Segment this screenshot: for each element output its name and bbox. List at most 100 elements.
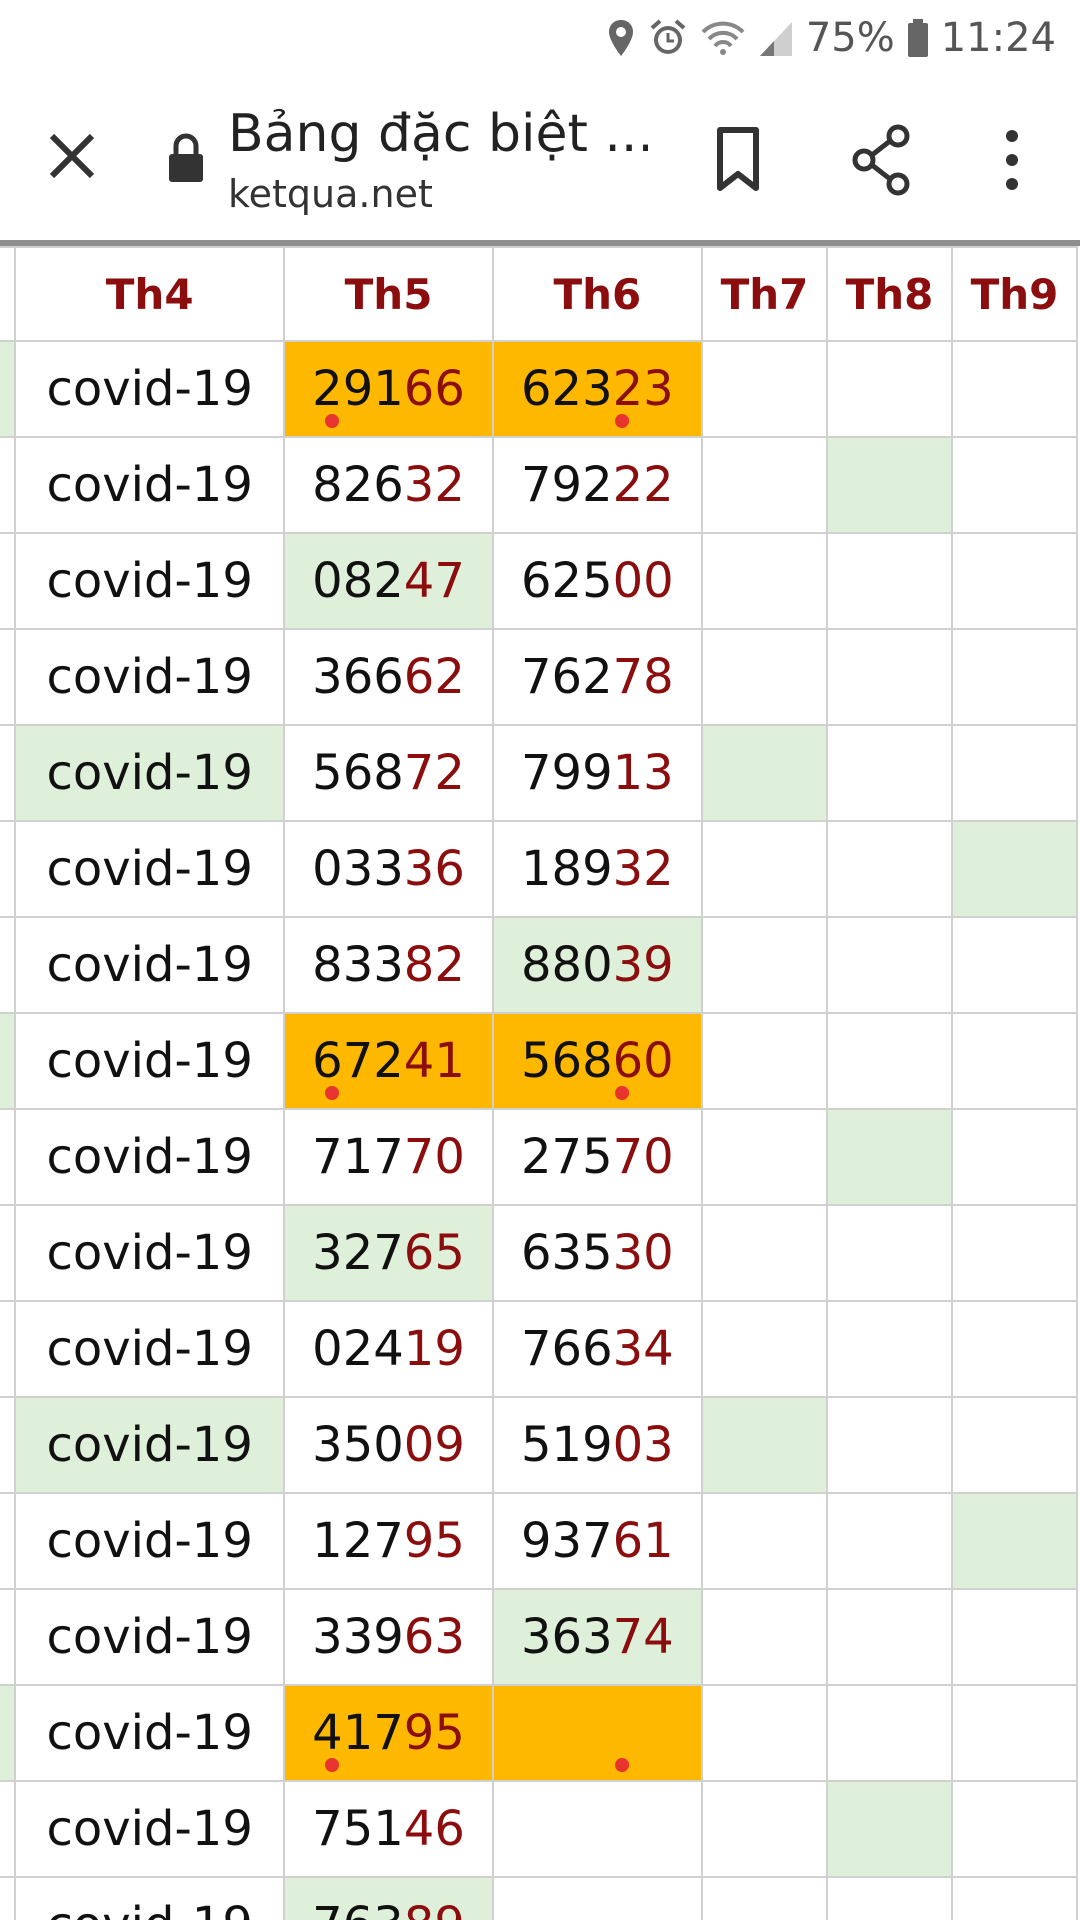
result-cell[interactable] xyxy=(825,916,953,1014)
row-label-cell[interactable]: covid-19 xyxy=(13,1684,286,1782)
result-cell[interactable]: 27570 xyxy=(491,1108,703,1206)
result-cell[interactable]: 63530 xyxy=(491,1204,703,1302)
result-cell[interactable] xyxy=(700,628,828,726)
table-viewport[interactable]: Th4 Th5 Th6 Th7 Th8 Th9 covid-19 29166 62323 cov… xyxy=(0,246,1080,1920)
result-cell[interactable]: 62323 xyxy=(491,340,703,438)
result-cell[interactable] xyxy=(825,1684,953,1782)
result-cell[interactable] xyxy=(825,820,953,918)
result-cell[interactable] xyxy=(700,1396,828,1494)
result-cell[interactable]: 76278 xyxy=(491,628,703,726)
result-cell[interactable] xyxy=(825,532,953,630)
result-cell[interactable]: 12795 xyxy=(283,1492,494,1590)
result-cell[interactable] xyxy=(825,724,953,822)
result-cell[interactable] xyxy=(950,1108,1079,1206)
result-cell[interactable]: 08247 xyxy=(283,532,494,630)
row-label-cell[interactable]: covid-19 xyxy=(13,532,286,630)
row-label-cell[interactable]: covid-19 xyxy=(13,820,286,918)
result-cell[interactable]: 33963 xyxy=(283,1588,494,1686)
row-label-cell[interactable]: covid-19 xyxy=(13,340,286,438)
result-cell[interactable] xyxy=(825,1300,953,1398)
row-label-cell[interactable]: covid-19 xyxy=(13,1492,286,1590)
result-cell[interactable]: 02419 xyxy=(283,1300,494,1398)
result-cell[interactable] xyxy=(491,1780,703,1878)
result-cell[interactable] xyxy=(700,340,828,438)
result-cell[interactable]: 62500 xyxy=(491,532,703,630)
result-cell[interactable] xyxy=(700,820,828,918)
result-cell[interactable] xyxy=(950,1492,1079,1590)
column-header[interactable]: Th6 xyxy=(491,246,703,342)
row-label-cell[interactable]: covid-19 xyxy=(13,436,286,534)
result-cell[interactable] xyxy=(700,1492,828,1590)
result-cell[interactable]: 56860 xyxy=(491,1012,703,1110)
result-cell[interactable] xyxy=(950,1588,1079,1686)
result-cell[interactable] xyxy=(825,1012,953,1110)
row-label-cell[interactable]: covid-19 xyxy=(13,724,286,822)
row-label-cell[interactable]: covid-19 xyxy=(13,1012,286,1110)
close-button[interactable] xyxy=(40,124,104,188)
more-options-button[interactable] xyxy=(990,124,1034,196)
row-label-cell[interactable]: covid-19 xyxy=(13,1300,286,1398)
column-header[interactable]: Th9 xyxy=(950,246,1079,342)
row-label-cell[interactable]: covid-19 xyxy=(13,1108,286,1206)
result-cell[interactable] xyxy=(700,1588,828,1686)
result-cell[interactable]: 18932 xyxy=(491,820,703,918)
result-cell[interactable]: 71770 xyxy=(283,1108,494,1206)
result-cell[interactable] xyxy=(950,436,1079,534)
result-cell[interactable] xyxy=(825,1588,953,1686)
row-label-cell[interactable]: covid-19 xyxy=(13,1876,286,1920)
result-cell[interactable] xyxy=(825,340,953,438)
result-cell[interactable]: 79913 xyxy=(491,724,703,822)
result-cell[interactable] xyxy=(950,1204,1079,1302)
result-cell[interactable] xyxy=(700,724,828,822)
result-cell[interactable] xyxy=(950,532,1079,630)
result-cell[interactable]: 75146 xyxy=(283,1780,494,1878)
result-cell[interactable]: 76389 xyxy=(283,1876,494,1920)
result-cell[interactable] xyxy=(491,1876,703,1920)
row-label-cell[interactable]: covid-19 xyxy=(13,1780,286,1878)
result-cell[interactable] xyxy=(825,1876,953,1920)
result-cell[interactable]: 82632 xyxy=(283,436,494,534)
result-cell[interactable]: 36374 xyxy=(491,1588,703,1686)
result-cell[interactable] xyxy=(950,1396,1079,1494)
result-cell[interactable] xyxy=(825,628,953,726)
column-header[interactable]: Th5 xyxy=(283,246,494,342)
result-cell[interactable] xyxy=(950,1300,1079,1398)
row-label-cell[interactable]: covid-19 xyxy=(13,1396,286,1494)
result-cell[interactable] xyxy=(825,1492,953,1590)
result-cell[interactable]: 76634 xyxy=(491,1300,703,1398)
result-cell[interactable] xyxy=(491,1684,703,1782)
bookmark-button[interactable] xyxy=(706,124,770,196)
result-cell[interactable] xyxy=(950,820,1079,918)
result-cell[interactable] xyxy=(700,1876,828,1920)
result-cell[interactable]: 93761 xyxy=(491,1492,703,1590)
result-cell[interactable] xyxy=(825,436,953,534)
result-cell[interactable] xyxy=(950,1684,1079,1782)
result-cell[interactable]: 51903 xyxy=(491,1396,703,1494)
result-cell[interactable]: 67241 xyxy=(283,1012,494,1110)
result-cell[interactable]: 35009 xyxy=(283,1396,494,1494)
result-cell[interactable]: 56872 xyxy=(283,724,494,822)
row-label-cell[interactable]: covid-19 xyxy=(13,1588,286,1686)
row-label-cell[interactable]: covid-19 xyxy=(13,916,286,1014)
result-cell[interactable] xyxy=(700,1108,828,1206)
result-cell[interactable] xyxy=(950,1012,1079,1110)
share-button[interactable] xyxy=(850,124,914,196)
result-cell[interactable] xyxy=(825,1396,953,1494)
result-cell[interactable]: 03336 xyxy=(283,820,494,918)
result-cell[interactable] xyxy=(950,916,1079,1014)
result-cell[interactable]: 32765 xyxy=(283,1204,494,1302)
result-cell[interactable] xyxy=(700,1204,828,1302)
result-cell[interactable]: 79222 xyxy=(491,436,703,534)
column-header[interactable]: Th7 xyxy=(700,246,828,342)
result-cell[interactable] xyxy=(825,1780,953,1878)
result-cell[interactable] xyxy=(950,628,1079,726)
result-cell[interactable] xyxy=(700,1684,828,1782)
result-cell[interactable] xyxy=(950,724,1079,822)
result-cell[interactable]: 83382 xyxy=(283,916,494,1014)
result-cell[interactable]: 29166 xyxy=(283,340,494,438)
column-header[interactable]: Th4 xyxy=(13,246,286,342)
row-label-cell[interactable]: covid-19 xyxy=(13,1204,286,1302)
result-cell[interactable]: 88039 xyxy=(491,916,703,1014)
result-cell[interactable]: 41795 xyxy=(283,1684,494,1782)
result-cell[interactable] xyxy=(825,1108,953,1206)
